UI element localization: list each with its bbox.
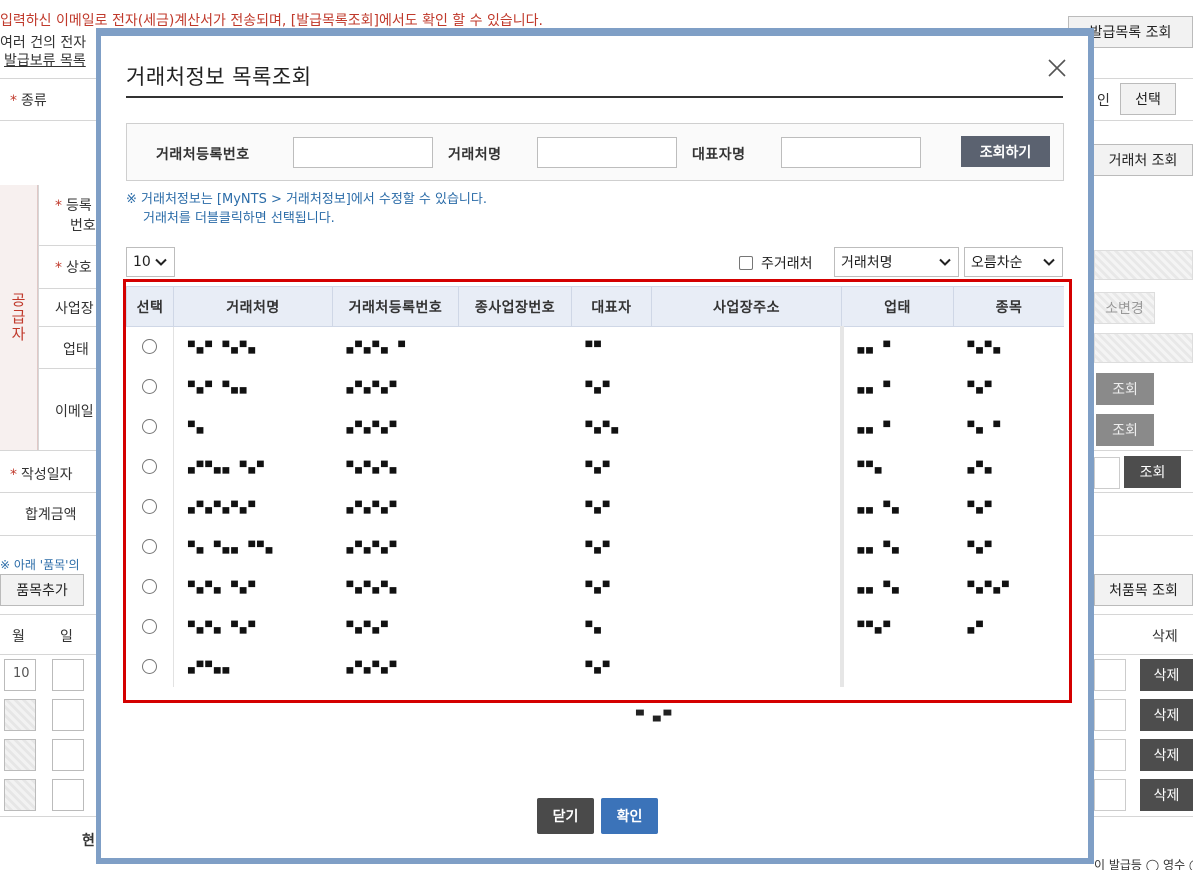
info-note: ※ 거래처정보는 [MyNTS > 거래처정보]에서 수정할 수 있습니다. 거… — [126, 190, 487, 228]
chevron-down-icon — [155, 258, 167, 266]
close-button[interactable]: 닫기 — [537, 798, 594, 834]
chevron-down-icon — [939, 258, 951, 266]
search-panel: 거래처등록번호 거래처명 대표자명 조회하기 — [126, 123, 1064, 181]
ceo-name-input[interactable] — [781, 137, 921, 168]
sort-field-select[interactable]: 거래처명 — [834, 247, 959, 277]
sort-order-select[interactable]: 오름차순 — [964, 247, 1063, 277]
reg-no-input[interactable] — [293, 137, 433, 168]
page-size-select[interactable]: 10 — [126, 247, 175, 277]
note-line-1: ※ 거래처정보는 [MyNTS > 거래처정보]에서 수정할 수 있습니다. — [126, 192, 487, 207]
close-icon[interactable] — [1045, 56, 1069, 80]
partner-name-label: 거래처명 — [448, 147, 502, 163]
chevron-down-icon — [1043, 258, 1055, 266]
title-divider — [126, 96, 1063, 98]
confirm-button[interactable]: 확인 — [601, 798, 658, 834]
note-line-2: 거래처를 더블클릭하면 선택됩니다. — [143, 211, 335, 226]
modal-frame: 거래처정보 목록조회 거래처등록번호 거래처명 대표자명 조회하기 ※ 거래처정… — [96, 28, 1094, 864]
pager-text: ▀ ▄▀ — [636, 711, 675, 722]
partner-name-input[interactable] — [537, 137, 677, 168]
search-button[interactable]: 조회하기 — [961, 136, 1050, 167]
modal-title: 거래처정보 목록조회 — [126, 65, 312, 89]
ceo-name-label: 대표자명 — [692, 147, 746, 163]
main-partner-label: 주거래처 — [761, 256, 813, 272]
sort-field-value: 거래처명 — [841, 255, 893, 271]
checkbox[interactable] — [739, 256, 753, 270]
main-partner-checkbox[interactable]: 주거래처 — [739, 253, 813, 273]
reg-no-label: 거래처등록번호 — [156, 147, 250, 163]
partner-list-modal: 거래처정보 목록조회 거래처등록번호 거래처명 대표자명 조회하기 ※ 거래처정… — [101, 36, 1088, 858]
sort-order-value: 오름차순 — [971, 255, 1023, 271]
table-highlight-box — [123, 279, 1072, 703]
page-size-value: 10 — [133, 254, 151, 270]
